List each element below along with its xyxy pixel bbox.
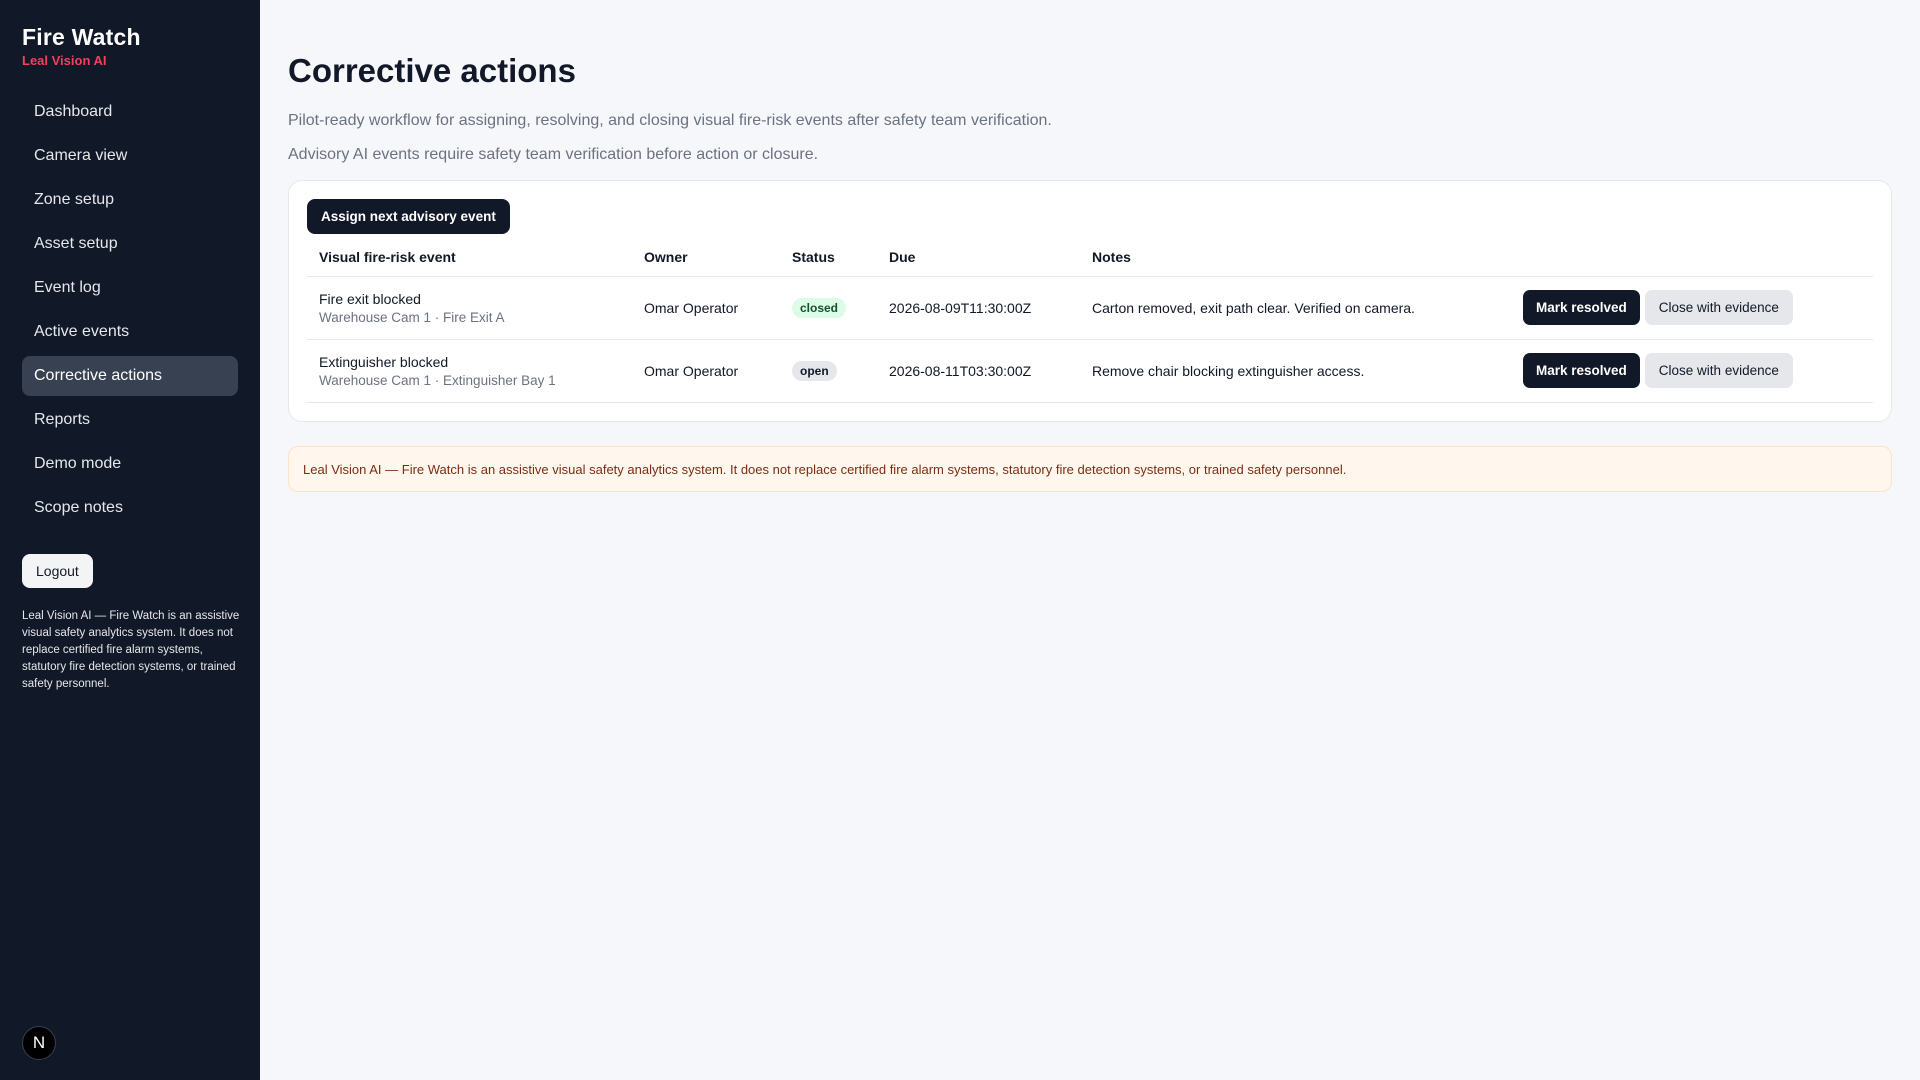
column-header-event: Visual fire-risk event <box>307 238 632 277</box>
column-header-actions <box>1511 238 1873 277</box>
actions-cell: Mark resolved Close with evidence <box>1511 339 1873 403</box>
sidebar-item-camera-view[interactable]: Camera view <box>22 136 238 176</box>
event-title: Extinguisher blocked <box>319 353 449 370</box>
table-row: Fire exit blocked Warehouse Cam 1 · Fire… <box>307 276 1873 340</box>
sidebar: Fire Watch Leal Vision AI Dashboard Came… <box>0 0 260 1080</box>
sidebar-item-asset-setup[interactable]: Asset setup <box>22 224 238 264</box>
page-title: Corrective actions <box>288 52 576 89</box>
assign-next-event-button[interactable]: Assign next advisory event <box>307 199 510 234</box>
mark-resolved-button[interactable]: Mark resolved <box>1523 290 1640 325</box>
sidebar-disclaimer: Leal Vision AI — Fire Watch is an assist… <box>22 610 240 690</box>
main-content: Corrective actions Pilot-ready workflow … <box>288 0 1892 492</box>
status-badge: open <box>792 360 837 381</box>
owner-cell: Omar Operator <box>632 276 780 340</box>
status-cell: closed <box>780 276 877 340</box>
table-header-row: Visual fire-risk event Owner Status Due … <box>307 238 1873 277</box>
column-header-notes: Notes <box>1080 238 1511 277</box>
dev-badge-icon[interactable]: N <box>22 1026 56 1060</box>
corrective-actions-card: Assign next advisory event Visual fire-r… <box>288 180 1892 422</box>
event-cell: Extinguisher blocked Warehouse Cam 1 · E… <box>307 339 632 403</box>
sidebar-nav: Dashboard Camera view Zone setup Asset s… <box>22 92 238 528</box>
sidebar-item-scope-notes[interactable]: Scope notes <box>22 488 238 528</box>
event-title: Fire exit blocked <box>319 290 421 307</box>
sidebar-item-reports[interactable]: Reports <box>22 400 238 440</box>
sidebar-item-event-log[interactable]: Event log <box>22 268 238 308</box>
sidebar-item-dashboard[interactable]: Dashboard <box>22 92 238 132</box>
page-subtitle: Pilot-ready workflow for assigning, reso… <box>288 112 1052 129</box>
logout-button[interactable]: Logout <box>22 554 93 588</box>
status-cell: open <box>780 339 877 403</box>
close-with-evidence-button[interactable]: Close with evidence <box>1644 353 1793 388</box>
app-subtitle: Leal Vision AI <box>22 53 107 68</box>
app-title: Fire Watch <box>22 24 141 50</box>
notes-cell: Carton removed, exit path clear. Verifie… <box>1080 276 1511 340</box>
event-cell: Fire exit blocked Warehouse Cam 1 · Fire… <box>307 276 632 340</box>
column-header-owner: Owner <box>632 238 780 277</box>
sidebar-item-zone-setup[interactable]: Zone setup <box>22 180 238 220</box>
table-row: Extinguisher blocked Warehouse Cam 1 · E… <box>307 339 1873 403</box>
corrective-actions-table: Visual fire-risk event Owner Status Due … <box>307 238 1873 403</box>
event-location: Warehouse Cam 1 · Extinguisher Bay 1 <box>319 372 556 388</box>
safety-disclaimer-banner: Leal Vision AI — Fire Watch is an assist… <box>288 445 1892 492</box>
due-cell: 2026-08-11T03:30:00Z <box>877 339 1080 403</box>
owner-cell: Omar Operator <box>632 339 780 403</box>
close-with-evidence-button[interactable]: Close with evidence <box>1644 290 1793 325</box>
advisory-text: Advisory AI events require safety team v… <box>288 146 819 163</box>
column-header-status: Status <box>780 238 877 277</box>
mark-resolved-button[interactable]: Mark resolved <box>1523 353 1640 388</box>
sidebar-item-active-events[interactable]: Active events <box>22 312 238 352</box>
sidebar-item-corrective-actions[interactable]: Corrective actions <box>22 356 238 396</box>
actions-cell: Mark resolved Close with evidence <box>1511 276 1873 340</box>
event-location: Warehouse Cam 1 · Fire Exit A <box>319 309 505 325</box>
status-badge: closed <box>792 297 847 318</box>
sidebar-item-demo-mode[interactable]: Demo mode <box>22 444 238 484</box>
notes-cell: Remove chair blocking extinguisher acces… <box>1080 339 1511 403</box>
column-header-due: Due <box>877 238 1080 277</box>
due-cell: 2026-08-09T11:30:00Z <box>877 276 1080 340</box>
